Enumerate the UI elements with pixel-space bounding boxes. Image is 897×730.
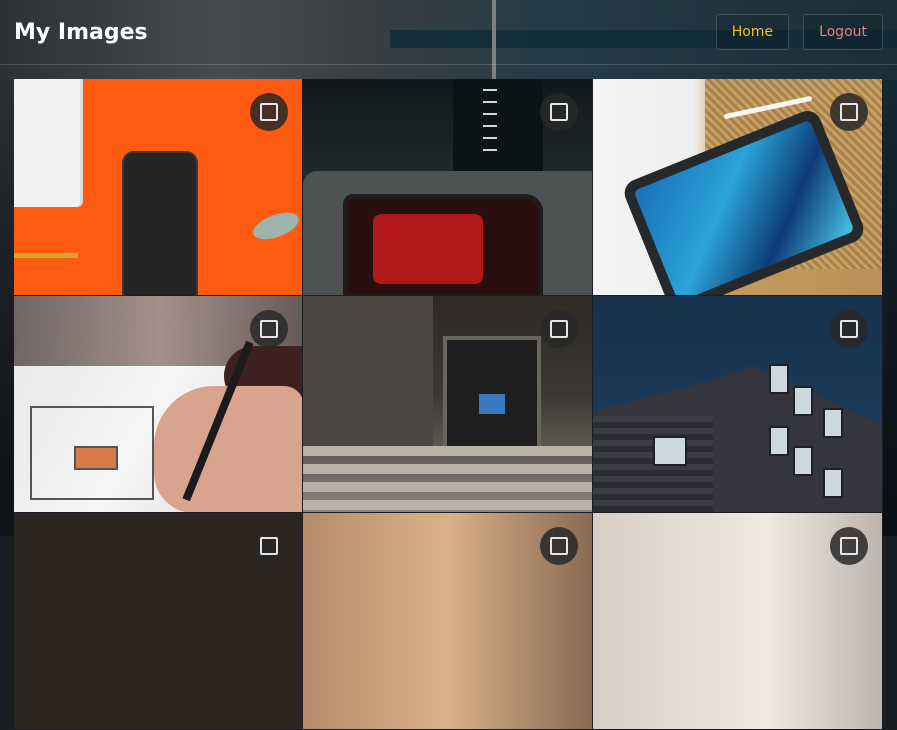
gallery-item[interactable] <box>303 513 593 730</box>
gallery-item[interactable] <box>593 79 883 296</box>
checkbox-icon <box>550 103 568 121</box>
select-checkbox[interactable] <box>540 310 578 348</box>
image-gallery <box>14 79 883 730</box>
gallery-item[interactable] <box>303 79 593 296</box>
page-title: My Images <box>14 19 148 45</box>
checkbox-icon <box>840 103 858 121</box>
select-checkbox[interactable] <box>250 527 288 565</box>
select-checkbox[interactable] <box>540 527 578 565</box>
checkbox-icon <box>260 320 278 338</box>
select-checkbox[interactable] <box>250 93 288 131</box>
checkbox-icon <box>550 537 568 555</box>
nav-buttons: Home Logout <box>715 14 883 50</box>
logout-button[interactable]: Logout <box>803 14 883 50</box>
gallery-item[interactable] <box>593 296 883 513</box>
home-button[interactable]: Home <box>715 14 790 50</box>
checkbox-icon <box>550 320 568 338</box>
gallery-item[interactable] <box>593 513 883 730</box>
top-bar: My Images Home Logout <box>0 0 897 65</box>
checkbox-icon <box>260 103 278 121</box>
gallery-item[interactable] <box>14 296 303 513</box>
select-checkbox[interactable] <box>830 527 868 565</box>
gallery-item[interactable] <box>303 296 593 513</box>
checkbox-icon <box>840 537 858 555</box>
select-checkbox[interactable] <box>540 93 578 131</box>
select-checkbox[interactable] <box>830 93 868 131</box>
gallery-item[interactable] <box>14 513 303 730</box>
checkbox-icon <box>260 537 278 555</box>
select-checkbox[interactable] <box>830 310 868 348</box>
select-checkbox[interactable] <box>250 310 288 348</box>
checkbox-icon <box>840 320 858 338</box>
gallery-item[interactable] <box>14 79 303 296</box>
